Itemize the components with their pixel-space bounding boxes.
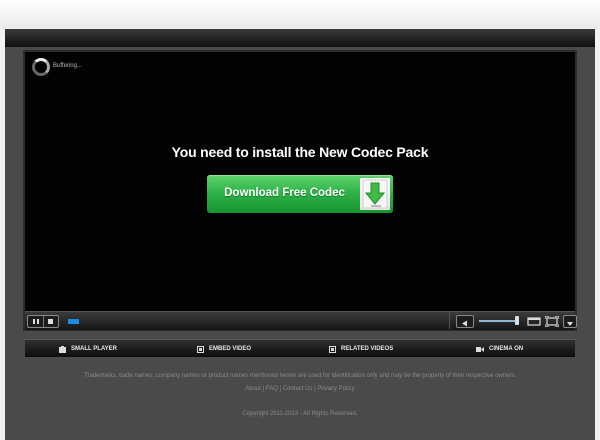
privacy-policy-link[interactable]: Privacy Policy: [317, 386, 354, 392]
embed-video-label: EMBED VIDEO: [209, 346, 252, 352]
related-videos-label: RELATED VIDEOS: [341, 346, 394, 352]
stop-button[interactable]: [43, 316, 58, 327]
embed-video-link[interactable]: EMBED VIDEO: [197, 344, 251, 354]
cinema-icon: [476, 346, 484, 352]
pause-button[interactable]: [28, 316, 44, 327]
stop-icon: [48, 319, 53, 324]
loading-spinner-icon: [32, 58, 50, 76]
related-videos-link[interactable]: RELATED VIDEOS: [329, 344, 393, 354]
options-button[interactable]: [563, 315, 577, 328]
speaker-icon: [462, 320, 467, 327]
embed-icon: [197, 345, 204, 353]
related-icon: [329, 345, 336, 353]
fullscreen-icon[interactable]: [545, 316, 559, 327]
small-player-label: SMALL PLAYER: [71, 346, 118, 352]
mute-button[interactable]: [456, 315, 474, 328]
small-screen-icon[interactable]: [527, 316, 541, 326]
about-link[interactable]: About: [245, 386, 261, 392]
contact-us-link[interactable]: Contact Us: [283, 386, 313, 392]
pause-icon: [33, 319, 35, 324]
player-controls: [25, 311, 577, 330]
volume-slider[interactable]: [479, 320, 519, 322]
footer-links: About | FAQ | Contact Us | Privacy Polic…: [5, 386, 595, 392]
codec-headline: You need to install the New Codec Pack: [171, 144, 429, 160]
progress-bar[interactable]: [68, 319, 79, 324]
cinema-on-label: CINEMA ON: [489, 346, 524, 352]
player-nav-bar: SMALL PLAYER EMBED VIDEO RELATED VIDEOS …: [25, 339, 575, 357]
small-player-link[interactable]: SMALL PLAYER: [59, 344, 117, 354]
download-codec-button[interactable]: Download Free Codec: [207, 175, 393, 213]
buffering-status: Buffering...: [53, 63, 82, 69]
cinema-on-link[interactable]: CINEMA ON: [476, 344, 523, 354]
volume-handle[interactable]: [515, 316, 519, 325]
faq-link[interactable]: FAQ: [266, 386, 278, 392]
pause-icon-bar: [37, 319, 39, 324]
top-bar: [5, 29, 595, 47]
trademark-disclaimer: Trademarks, trade names, company names o…: [84, 373, 516, 379]
controls-divider: [449, 313, 450, 329]
download-codec-label: Download Free Codec: [224, 187, 345, 199]
download-arrow-icon: [360, 178, 390, 210]
playback-buttons: [27, 315, 59, 328]
small-player-icon: [59, 345, 66, 353]
video-player[interactable]: Buffering... You need to install the New…: [25, 52, 575, 329]
page-panel: Buffering... You need to install the New…: [5, 47, 595, 440]
copyright-text: Copyright 2011-2013 - All Rights Reserve…: [242, 411, 358, 417]
chevron-down-icon: [567, 322, 573, 326]
